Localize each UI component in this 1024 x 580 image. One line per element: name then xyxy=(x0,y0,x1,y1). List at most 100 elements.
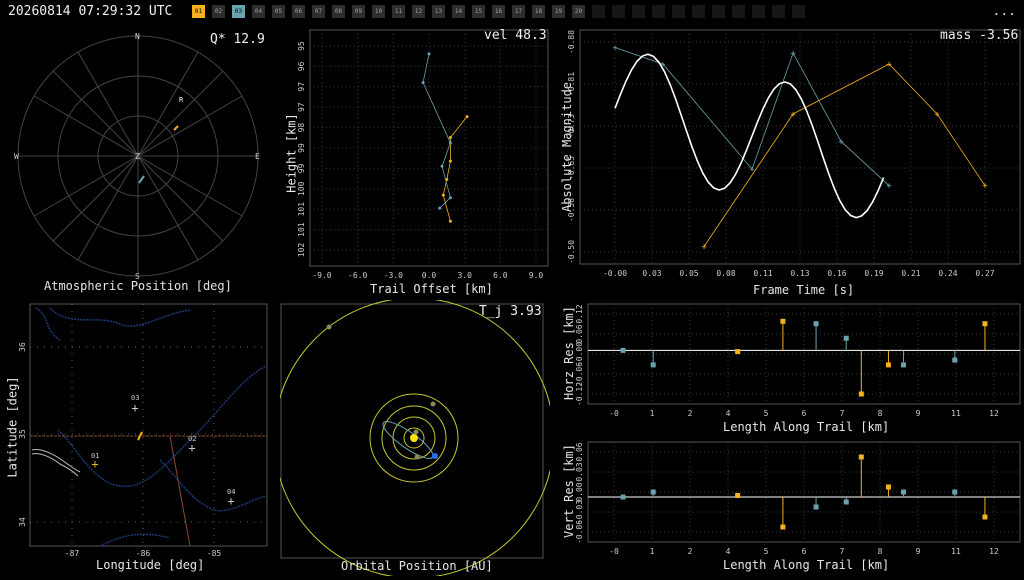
station-toggle-06[interactable]: 06 xyxy=(292,5,305,18)
orbit-plot[interactable] xyxy=(273,297,555,579)
station-04-map-label: 04 xyxy=(227,488,235,496)
height-panel: -9.0 -6.0 -3.0 0.0 3.0 6.0 9.0 95 96 97 97 98 99 99 10… xyxy=(280,28,550,298)
magnitude-point-01: + xyxy=(701,242,707,252)
station-toggle-empty-25[interactable] xyxy=(692,5,705,18)
map-xtick: -85 xyxy=(207,549,222,558)
magnitude-x-title: Frame Time [s] xyxy=(753,283,855,297)
height-x-title: Trail Offset [km] xyxy=(370,282,493,296)
station-toggle-03[interactable]: 03 xyxy=(232,5,245,18)
vert-y-title: Vert Res [km] xyxy=(561,444,576,538)
x-tick-label: 0.24 xyxy=(938,269,957,278)
x-tick-label: 0.16 xyxy=(827,269,846,278)
magnitude-series-01 xyxy=(703,63,986,247)
station-toggle-16[interactable]: 16 xyxy=(492,5,505,18)
station-toggle-09[interactable]: 09 xyxy=(352,5,365,18)
radiant-label: R xyxy=(179,96,184,104)
x-tick-label: -9.0 xyxy=(312,271,331,280)
x-tick-label: -0 xyxy=(609,547,619,556)
station-toggle-empty-29[interactable] xyxy=(772,5,785,18)
east-label: E xyxy=(255,152,260,161)
x-tick-label: 1 xyxy=(650,547,655,556)
y-tick-label: -0.06 xyxy=(575,520,584,544)
station-02-map-label: 02 xyxy=(188,435,196,443)
vert-residual-plot[interactable]: -0 1 2 4 5 6 7 8 9 11 120.060.030.00-0.03-0.06 xyxy=(550,438,1024,576)
station-toggle-08[interactable]: 08 xyxy=(332,5,345,18)
height-point-03 xyxy=(438,206,442,210)
station-toggle-empty-24[interactable] xyxy=(672,5,685,18)
residual-point-01 xyxy=(858,391,864,397)
x-tick-label: -0.00 xyxy=(603,269,627,278)
residual-point-01 xyxy=(885,362,891,368)
station-toggle-empty-21[interactable] xyxy=(612,5,625,18)
station-toggle-13[interactable]: 13 xyxy=(432,5,445,18)
station-01-map-label: 01 xyxy=(91,452,99,460)
station-toggle-12[interactable]: 12 xyxy=(412,5,425,18)
x-tick-label: -6.0 xyxy=(348,271,367,280)
station-toggle-11[interactable]: 11 xyxy=(392,5,405,18)
residual-point-03 xyxy=(650,362,656,368)
vert-residual-panel: -0 1 2 4 5 6 7 8 9 11 12 0.06 0.03 0.00 -0.03 -0.06 Len… xyxy=(550,438,1024,576)
y-tick-label: 101 xyxy=(297,202,306,217)
residual-point-01 xyxy=(885,484,891,490)
station-toggle-17[interactable]: 17 xyxy=(512,5,525,18)
station-toggle-empty-22[interactable] xyxy=(632,5,645,18)
x-tick-label: 6.0 xyxy=(493,271,508,280)
station-toggle-05[interactable]: 05 xyxy=(272,5,285,18)
magnitude-point-01: + xyxy=(886,60,892,70)
horz-residual-plot[interactable]: -0 1 2 4 5 6 7 8 9 11 120.120.06-0.00-0.06-0.12 xyxy=(550,300,1024,438)
station-toggle-empty-26[interactable] xyxy=(712,5,725,18)
station-toggle-20[interactable]: 20 xyxy=(572,5,585,18)
svg-text:+: + xyxy=(131,401,138,415)
station-toggle-02[interactable]: 02 xyxy=(212,5,225,18)
top-bar: 20260814 07:29:32 UTC 01 02 03 04 05 06 07 08 09… xyxy=(0,0,1024,26)
residual-point-03 xyxy=(620,494,626,500)
magnitude-plot[interactable]: -0.00 0.03 0.05 0.08 0.11 0.13 0.16 0.19 0.21 0.2… xyxy=(550,28,1024,298)
menu-button[interactable]: ... xyxy=(993,4,1016,19)
sky-title: Atmospheric Position [deg] xyxy=(44,279,232,293)
x-tick-label: -0 xyxy=(609,409,619,418)
station-toggle-15[interactable]: 15 xyxy=(472,5,485,18)
y-tick-label: 97 xyxy=(297,82,306,92)
station-toggle-empty-23[interactable] xyxy=(652,5,665,18)
y-tick-label: 0.06 xyxy=(575,324,584,343)
station-toggle-04[interactable]: 04 xyxy=(252,5,265,18)
station-toggle-empty-28[interactable] xyxy=(752,5,765,18)
x-tick-label: 8 xyxy=(878,547,883,556)
orbit-title: Orbital Position [AU] xyxy=(341,559,493,573)
vert-x-title: Length Along Trail [km] xyxy=(723,558,890,572)
svg-text:+: + xyxy=(227,494,234,508)
station-toggle-10[interactable]: 10 xyxy=(372,5,385,18)
sky-plot[interactable]: N S E W Z R xyxy=(0,28,280,298)
map-ytick: 34 xyxy=(18,517,27,527)
map-panel: + + + + 01 02 03 04 -87 -86 -85 36 35 34… xyxy=(0,300,280,576)
residual-point-03 xyxy=(843,499,849,505)
station-toggle-18[interactable]: 18 xyxy=(532,5,545,18)
ground-map[interactable]: + + + + 01 02 03 04 -87 -86 -85 36 35 34 xyxy=(0,300,280,576)
station-toggle-empty-30[interactable] xyxy=(792,5,805,18)
y-tick-label: 0.06 xyxy=(575,442,584,461)
station-toggle-14[interactable]: 14 xyxy=(452,5,465,18)
map-xtick: -87 xyxy=(65,549,80,558)
y-tick-label: 0.00 xyxy=(575,482,584,501)
station-toggle-19[interactable]: 19 xyxy=(552,5,565,18)
magnitude-point-03: + xyxy=(790,49,796,59)
station-toggle-empty-27[interactable] xyxy=(732,5,745,18)
station-toggle-empty-20[interactable] xyxy=(592,5,605,18)
residual-point-03 xyxy=(952,357,958,363)
x-tick-label: 0.21 xyxy=(901,269,920,278)
y-tick-label: -0.88 xyxy=(567,30,576,54)
height-plot[interactable]: -9.0 -6.0 -3.0 0.0 3.0 6.0 9.09596979798999910… xyxy=(280,28,550,298)
magnitude-point-03: + xyxy=(838,137,844,147)
y-tick-label: 101 xyxy=(297,222,306,237)
x-tick-label: 0.0 xyxy=(422,271,437,280)
y-tick-label: -0.12 xyxy=(575,382,584,406)
horz-y-title: Horz Res [km] xyxy=(561,306,576,400)
station-toggle-01[interactable]: 01 xyxy=(192,5,205,18)
x-tick-label: 0.05 xyxy=(679,269,698,278)
station-toggle-07[interactable]: 07 xyxy=(312,5,325,18)
x-tick-label: 5 xyxy=(764,409,769,418)
x-tick-label: 12 xyxy=(989,409,999,418)
residual-point-03 xyxy=(952,489,958,495)
magnitude-point-01: + xyxy=(790,110,796,120)
residual-point-01 xyxy=(982,321,988,327)
